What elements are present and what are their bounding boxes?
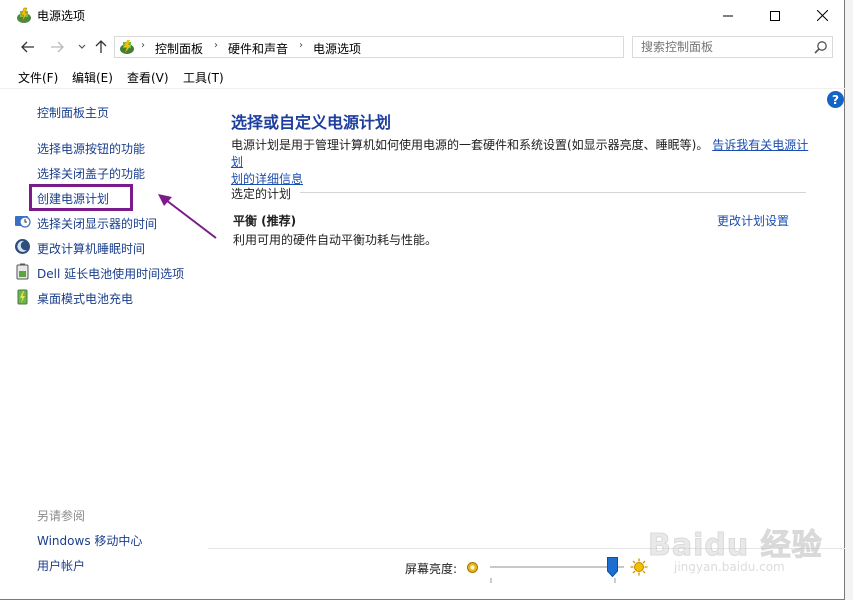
forward-button[interactable] [47,37,67,57]
forward-arrow-icon [51,41,64,53]
learn-more-link-continued[interactable]: 划的详细信息 [231,172,303,186]
page-description: 电源计划是用于管理计算机如何使用电源的一套硬件和系统设置(如显示器亮度、睡眠等)… [231,137,811,188]
back-arrow-icon [21,41,34,53]
help-icon[interactable]: ? [827,91,844,108]
navigation-bar: › 控制面板 › 硬件和声音 › 电源选项 [0,31,845,63]
breadcrumb-separator-icon: › [299,40,303,51]
brightness-slider-fill [490,566,607,568]
watermark-main-text: Baidu 经验 [648,528,823,564]
menu-divider [0,88,845,89]
description-text: 电源计划是用于管理计算机如何使用电源的一套硬件和系统设置(如显示器亮度、睡眠等)… [231,138,709,152]
sidebar-link-desktop-charging[interactable]: 桌面模式电池充电 [37,290,133,307]
chevron-down-icon [78,44,86,49]
breadcrumb-hardware-sound[interactable]: 硬件和声音 [228,40,288,57]
window-title: 电源选项 [37,9,86,23]
menu-view[interactable]: 查看(V) [127,69,169,86]
sidebar-link-display-off-time[interactable]: 选择关闭显示器的时间 [37,215,157,232]
selected-plan-heading: 选定的计划 [231,187,292,201]
brightness-label: 屏幕亮度: [405,562,458,576]
search-box[interactable] [632,36,833,58]
brightness-slider-thumb[interactable] [607,557,618,577]
maximize-icon [770,10,780,21]
brightness-high-icon [630,558,648,576]
breadcrumb-separator-icon: › [141,40,145,51]
annotation-highlight-box [29,184,133,211]
sidebar-link-dell-battery[interactable]: Dell 延长电池使用时间选项 [37,265,184,282]
dell-battery-icon [16,263,29,280]
recent-locations-button[interactable] [72,37,92,57]
up-button[interactable] [91,37,111,57]
menu-edit[interactable]: 编辑(E) [72,69,113,86]
annotation-arrow-icon [158,194,217,239]
desktop-battery-charge-icon [17,289,28,305]
sidebar-link-power-buttons[interactable]: 选择电源按钮的功能 [37,140,145,157]
power-options-icon [17,7,31,23]
section-divider [300,192,806,193]
power-options-window: 电源选项 › 控制面板 › 硬件和声音 › 电源选项 搜索控制面板 文件(F) … [0,0,845,600]
breadcrumb-separator-icon: › [214,40,218,51]
close-button[interactable] [799,0,845,31]
plan-name: 平衡 (推荐) [233,214,297,228]
menu-bar: 文件(F) 编辑(E) 查看(V) 工具(T) [0,66,845,88]
sidebar-link-sleep-time[interactable]: 更改计算机睡眠时间 [37,240,145,257]
control-panel-icon [120,40,134,54]
see-also-user-accounts[interactable]: 用户帐户 [37,557,85,574]
brightness-slider-ticks [490,578,616,583]
close-icon [816,10,828,21]
sleep-moon-icon [15,239,30,254]
watermark-url-text: jingyan.baidu.com [674,560,785,574]
sidebar-control-panel-home[interactable]: 控制面板主页 [37,104,109,121]
sidebar-link-lid-close[interactable]: 选择关闭盖子的功能 [37,165,145,182]
desktop-background-strip [845,0,853,600]
baidu-watermark-logo: Baidu 经验 jingyan.baidu.com [648,520,823,580]
breadcrumb-control-panel[interactable]: 控制面板 [155,40,203,57]
minimize-button[interactable] [705,0,751,31]
title-bar: 电源选项 [0,0,845,31]
brightness-low-icon [467,562,478,573]
page-title: 选择或自定义电源计划 [231,113,392,132]
search-input[interactable] [633,37,813,57]
up-arrow-icon [95,40,107,53]
back-button[interactable] [18,37,38,57]
see-also-mobility-center[interactable]: Windows 移动中心 [37,532,142,549]
change-plan-settings-link[interactable]: 更改计划设置 [717,212,789,229]
minimize-icon [723,15,733,16]
brightness-slider[interactable] [490,557,624,577]
display-timer-icon [15,216,31,228]
menu-tools[interactable]: 工具(T) [183,69,224,86]
menu-file[interactable]: 文件(F) [18,69,58,86]
see-also-heading: 另请参阅 [37,509,86,523]
breadcrumb-power-options[interactable]: 电源选项 [313,40,361,57]
plan-description: 利用可用的硬件自动平衡功耗与性能。 [233,233,438,247]
address-bar[interactable]: › 控制面板 › 硬件和声音 › 电源选项 [114,36,731,58]
search-icon[interactable] [814,40,828,54]
maximize-button[interactable] [752,0,798,31]
